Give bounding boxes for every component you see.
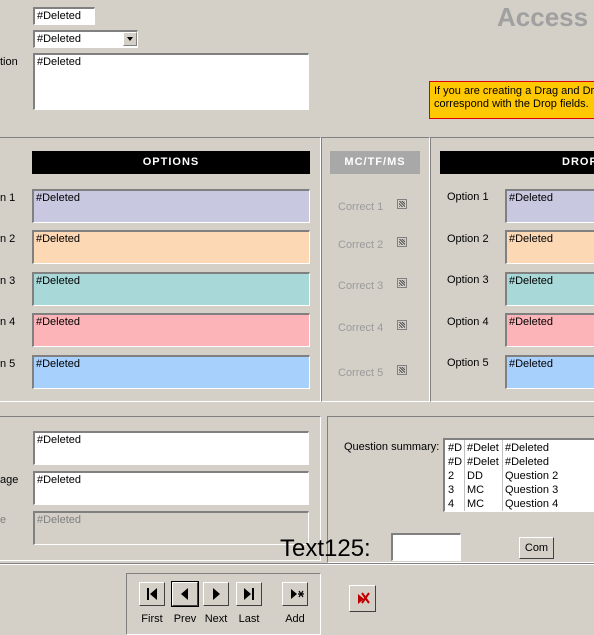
prev-record-icon <box>181 588 188 600</box>
drop-option-3-label: Option 3 <box>447 274 489 286</box>
list-item[interactable]: #D #Delet #Deleted <box>445 441 594 455</box>
add-label: Add <box>285 613 305 625</box>
next-record-icon <box>213 588 220 600</box>
drop-header-text: DROP <box>562 156 594 168</box>
drag-drop-notice: If you are creating a Drag and Dro corre… <box>429 81 594 119</box>
com-button[interactable]: Com <box>519 537 554 559</box>
last-label: Last <box>238 613 260 625</box>
correct-1-checkbox[interactable] <box>397 199 407 209</box>
chevron-down-icon <box>127 37 133 41</box>
delete-record-button[interactable] <box>349 585 376 612</box>
notice-line-1: If you are creating a Drag and Dro <box>434 85 594 97</box>
combo-dropdown-button[interactable] <box>123 32 137 46</box>
first-record-icon <box>147 588 157 600</box>
summary-listbox[interactable]: #D #Delet #Deleted #D #Delet #Deleted 2 … <box>443 438 594 512</box>
drop-option-5-field[interactable]: #Deleted <box>505 355 594 389</box>
options-header: OPTIONS <box>32 151 310 174</box>
correct-4-label: Correct 4 <box>338 322 384 334</box>
text125-field[interactable] <box>391 533 461 561</box>
lower-field-3[interactable]: #Deleted <box>33 511 309 545</box>
list-item[interactable]: #D #Delet #Deleted <box>445 455 594 469</box>
lower-field-2[interactable]: #Deleted <box>33 471 309 505</box>
correct-4-checkbox[interactable] <box>397 320 407 330</box>
drop-option-1-label: Option 1 <box>447 191 489 203</box>
first-record-button[interactable] <box>139 582 165 606</box>
drop-header: DROP <box>440 151 594 174</box>
option-1-label: n 1 <box>0 192 16 204</box>
question-label: tion <box>0 56 18 68</box>
top-combo-value: #Deleted <box>37 33 82 45</box>
list-item[interactable]: 2 DD Question 2 <box>445 469 594 483</box>
correct-2-checkbox[interactable] <box>397 237 407 247</box>
correct-2-label: Correct 2 <box>338 239 384 251</box>
mc-panel <box>321 137 430 402</box>
prev-record-button[interactable] <box>171 581 199 607</box>
option-5-label: n 5 <box>0 358 16 370</box>
page-title: Access <box>497 2 589 32</box>
option-5-field[interactable]: #Deleted <box>32 355 310 389</box>
correct-5-label: Correct 5 <box>338 367 384 379</box>
mc-header: MC/TF/MS <box>330 151 420 174</box>
correct-5-checkbox[interactable] <box>397 365 407 375</box>
next-record-button[interactable] <box>203 582 229 606</box>
correct-3-label: Correct 3 <box>338 280 384 292</box>
drop-option-3-field[interactable]: #Deleted <box>505 272 594 306</box>
lower-field-3-label: e <box>0 514 7 526</box>
correct-3-checkbox[interactable] <box>397 278 407 288</box>
option-2-label: n 2 <box>0 233 16 245</box>
drop-option-2-field[interactable]: #Deleted <box>505 230 594 264</box>
question-field[interactable]: #Deleted <box>33 53 309 110</box>
listbox-column-divider <box>464 440 465 511</box>
listbox-column-divider <box>502 440 503 511</box>
summary-label: Question summary: <box>344 441 440 453</box>
drop-option-4-label: Option 4 <box>447 316 489 328</box>
top-field[interactable]: #Deleted <box>33 7 95 25</box>
notice-line-2: correspond with the Drop fields. <box>434 98 589 110</box>
drop-option-2-label: Option 2 <box>447 233 489 245</box>
option-1-field[interactable]: #Deleted <box>32 189 310 223</box>
first-label: First <box>141 613 163 625</box>
drop-option-5-label: Option 5 <box>447 357 489 369</box>
drop-option-1-field[interactable]: #Deleted <box>505 189 594 223</box>
option-2-field[interactable]: #Deleted <box>32 230 310 264</box>
list-item[interactable]: 3 MC Question 3 <box>445 483 594 497</box>
drop-option-4-field[interactable]: #Deleted <box>505 313 594 347</box>
correct-1-label: Correct 1 <box>338 201 384 213</box>
option-3-label: n 3 <box>0 275 16 287</box>
last-record-icon <box>244 588 254 600</box>
option-3-field[interactable]: #Deleted <box>32 272 310 306</box>
next-label: Next <box>204 613 228 625</box>
option-4-field[interactable]: #Deleted <box>32 313 310 347</box>
new-record-icon <box>291 589 304 599</box>
lower-field-2-label: age <box>0 474 19 486</box>
bottom-separator-highlight <box>0 564 594 565</box>
lower-field-1[interactable]: #Deleted <box>33 431 309 465</box>
option-4-label: n 4 <box>0 316 16 328</box>
top-combo[interactable]: #Deleted <box>33 30 138 48</box>
prev-label: Prev <box>173 613 197 625</box>
text125-label: Text125: <box>280 535 371 562</box>
last-record-button[interactable] <box>236 582 262 606</box>
list-item[interactable]: 4 MC Question 4 <box>445 497 594 511</box>
delete-record-icon <box>358 592 370 604</box>
add-record-button[interactable] <box>282 582 308 606</box>
